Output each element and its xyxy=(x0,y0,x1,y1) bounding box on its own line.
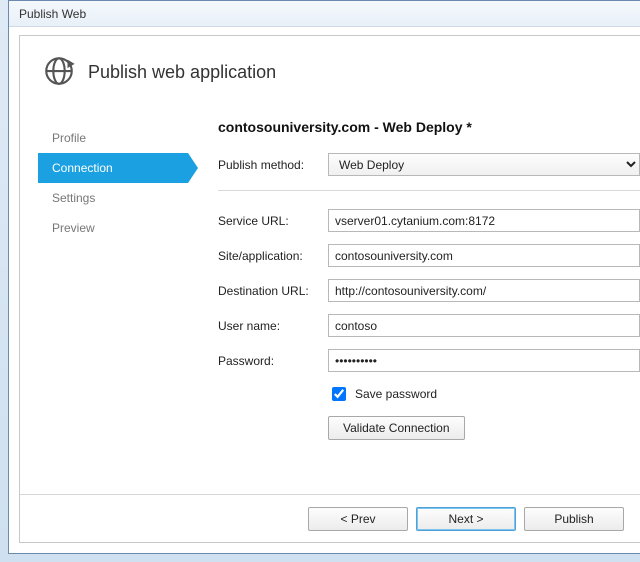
publish-button[interactable]: Publish xyxy=(524,507,624,531)
publish-method-label: Publish method: xyxy=(218,158,328,172)
site-application-input[interactable] xyxy=(328,244,640,267)
sidebar-item-preview[interactable]: Preview xyxy=(38,213,188,243)
username-label: User name: xyxy=(218,319,328,333)
dialog-footer: < Prev Next > Publish xyxy=(20,494,640,542)
sidebar-item-connection[interactable]: Connection xyxy=(38,153,188,183)
service-url-label: Service URL: xyxy=(218,214,328,228)
username-input[interactable] xyxy=(328,314,640,337)
dialog-header: Publish web application xyxy=(20,36,640,105)
wizard-main: contosouniversity.com - Web Deploy * Pub… xyxy=(188,105,640,452)
sidebar-item-profile[interactable]: Profile xyxy=(38,123,188,153)
publish-web-window: Publish Web Publish web application Prof… xyxy=(8,0,640,554)
site-application-label: Site/application: xyxy=(218,249,328,263)
service-url-input[interactable] xyxy=(328,209,640,232)
prev-button[interactable]: < Prev xyxy=(308,507,408,531)
publish-method-select[interactable]: Web Deploy xyxy=(328,153,640,176)
wizard-sidebar: Profile Connection Settings Preview xyxy=(38,105,188,452)
password-label: Password: xyxy=(218,354,328,368)
destination-url-label: Destination URL: xyxy=(218,284,328,298)
dialog-body: Profile Connection Settings Preview cont… xyxy=(20,105,640,452)
dialog-content: Publish web application Profile Connecti… xyxy=(19,35,640,543)
save-password-label: Save password xyxy=(355,387,437,401)
sidebar-item-settings[interactable]: Settings xyxy=(38,183,188,213)
password-input[interactable] xyxy=(328,349,640,372)
divider xyxy=(218,190,640,191)
destination-url-input[interactable] xyxy=(328,279,640,302)
profile-name-title: contosouniversity.com - Web Deploy * xyxy=(218,119,640,135)
window-title: Publish Web xyxy=(9,1,640,27)
globe-publish-icon xyxy=(42,54,76,91)
next-button[interactable]: Next > xyxy=(416,507,516,531)
validate-connection-button[interactable]: Validate Connection xyxy=(328,416,465,440)
save-password-checkbox[interactable] xyxy=(332,387,346,401)
dialog-title: Publish web application xyxy=(88,62,276,83)
